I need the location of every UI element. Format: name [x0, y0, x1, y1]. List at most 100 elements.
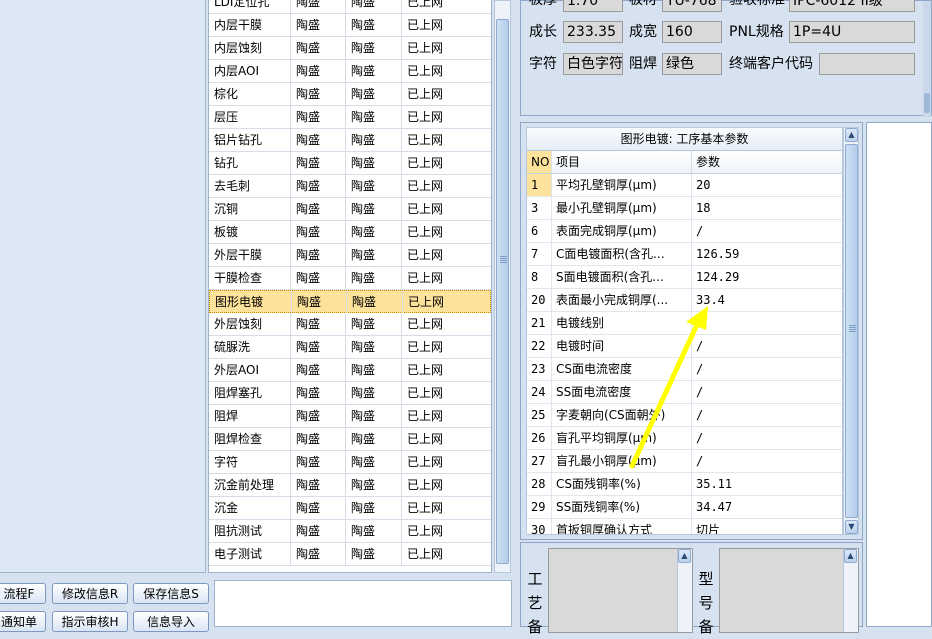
operator-2-cell: 陶盛: [346, 175, 402, 197]
process-row[interactable]: 阻焊 陶盛 陶盛 已上网: [209, 405, 491, 428]
operator-2-cell: 陶盛: [346, 497, 402, 519]
scroll-up-icon[interactable]: ▲: [845, 128, 858, 142]
process-row[interactable]: 板镀 陶盛 陶盛 已上网: [209, 221, 491, 244]
acceptance-standard-label: 验收标准: [729, 0, 785, 8]
process-row[interactable]: 铝片钻孔 陶盛 陶盛 已上网: [209, 129, 491, 152]
operator-2-cell: 陶盛: [346, 451, 402, 473]
operator-1-cell: 陶盛: [291, 520, 346, 542]
param-value-cell[interactable]: 20: [692, 174, 842, 196]
process-row[interactable]: 字符 陶盛 陶盛 已上网: [209, 451, 491, 474]
board-thickness-label: 板厚: [529, 0, 557, 8]
status-cell: 已上网: [407, 225, 444, 239]
param-row[interactable]: 30 首扳铜厚确认方式 切片: [527, 519, 842, 534]
process-row[interactable]: 去毛刺 陶盛 陶盛 已上网: [209, 175, 491, 198]
process-name-cell: 层压: [209, 106, 291, 128]
notice-button[interactable]: 通知单: [0, 611, 46, 632]
process-row[interactable]: 阻焊检查 陶盛 陶盛 已上网: [209, 428, 491, 451]
status-cell: 已上网: [407, 202, 444, 216]
form-scrollbar[interactable]: [923, 1, 931, 117]
process-row[interactable]: 阻抗测试 陶盛 陶盛 已上网: [209, 520, 491, 543]
status-cell: 已上网: [407, 409, 444, 423]
header-no[interactable]: NO: [527, 151, 552, 173]
process-row[interactable]: 外层蚀刻 陶盛 陶盛 已上网: [209, 313, 491, 336]
process-row[interactable]: 沉金 陶盛 陶盛 已上网: [209, 497, 491, 520]
param-no-cell: 25: [527, 404, 552, 426]
operator-1-cell: 陶盛: [291, 428, 346, 450]
process-row[interactable]: 图形电镀 陶盛 陶盛 已上网: [209, 290, 491, 313]
process-row[interactable]: 阻焊塞孔 陶盛 陶盛 已上网: [209, 382, 491, 405]
param-row[interactable]: 29 SS面残铜率(%) 34.47: [527, 496, 842, 519]
notes-textbox[interactable]: [214, 580, 512, 627]
end-customer-code-field[interactable]: [819, 53, 915, 75]
process-row[interactable]: 电子测试 陶盛 陶盛 已上网: [209, 543, 491, 566]
param-value-cell[interactable]: 124.29: [692, 266, 842, 288]
params-title: 图形电镀: 工序基本参数: [527, 128, 842, 151]
board-material-field[interactable]: TU-768: [662, 0, 722, 12]
header-item[interactable]: 项目: [552, 151, 692, 173]
pnl-spec-field[interactable]: 1P=4U: [789, 21, 915, 43]
process-row[interactable]: 沉金前处理 陶盛 陶盛 已上网: [209, 474, 491, 497]
acceptance-standard-field[interactable]: IPC-6012 II级: [789, 0, 915, 12]
board-thickness-field[interactable]: 1.70: [563, 0, 623, 12]
scroll-up-icon[interactable]: ▲: [844, 549, 857, 563]
save-info-button[interactable]: 保存信息S: [133, 583, 209, 604]
param-value-cell[interactable]: 切片: [692, 519, 842, 534]
process-row[interactable]: 干膜检查 陶盛 陶盛 已上网: [209, 267, 491, 290]
param-value-cell[interactable]: 126.59: [692, 243, 842, 265]
scroll-up-icon[interactable]: ▲: [678, 549, 691, 563]
process-row[interactable]: LDI定位孔 陶盛 陶盛 已上网: [209, 0, 491, 14]
remarks-panel: 工艺备 ▲ 型号备 ▲: [520, 542, 863, 636]
width-field[interactable]: 160: [662, 21, 722, 43]
soldermask-label: 阻焊: [629, 56, 657, 72]
param-value-cell[interactable]: 18: [692, 197, 842, 219]
process-row[interactable]: 外层AOI 陶盛 陶盛 已上网: [209, 359, 491, 382]
process-row[interactable]: 内层蚀刻 陶盛 陶盛 已上网: [209, 37, 491, 60]
status-cell: 已上网: [407, 501, 444, 515]
process-name-cell: 去毛刺: [209, 175, 291, 197]
process-remarks-field[interactable]: ▲: [548, 548, 693, 633]
param-row[interactable]: 3 最小孔壁铜厚(μm) 18: [527, 197, 842, 220]
import-info-button[interactable]: 信息导入: [133, 611, 209, 632]
process-remarks-label: 工艺备: [527, 570, 543, 636]
process-list-scroll-thumb[interactable]: [496, 19, 509, 564]
scroll-down-icon[interactable]: ▼: [845, 520, 858, 534]
operator-2-cell: 陶盛: [346, 60, 402, 82]
width-label: 成宽: [629, 24, 657, 40]
operator-1-cell: 陶盛: [291, 83, 346, 105]
params-scroll-thumb[interactable]: [845, 144, 858, 518]
param-value-cell[interactable]: 34.47: [692, 496, 842, 518]
process-row[interactable]: 棕化 陶盛 陶盛 已上网: [209, 83, 491, 106]
process-name-cell: 硫脲洗: [209, 336, 291, 358]
yellow-arrow-annotation: [629, 306, 708, 469]
operator-2-cell: 陶盛: [347, 291, 403, 313]
process-row[interactable]: 内层干膜 陶盛 陶盛 已上网: [209, 14, 491, 37]
param-value-cell[interactable]: /: [692, 220, 842, 242]
process-row[interactable]: 内层AOI 陶盛 陶盛 已上网: [209, 60, 491, 83]
instruction-review-button[interactable]: 指示审核H: [52, 611, 128, 632]
param-row[interactable]: 1 平均孔壁铜厚(μm) 20: [527, 174, 842, 197]
param-row[interactable]: 8 S面电镀面积(含孔... 124.29: [527, 266, 842, 289]
params-scrollbar[interactable]: ▲ ▼: [843, 127, 859, 535]
param-item-cell: 首扳铜厚确认方式: [552, 519, 692, 534]
param-row[interactable]: 6 表面完成铜厚(μm) /: [527, 220, 842, 243]
process-row[interactable]: 钻孔 陶盛 陶盛 已上网: [209, 152, 491, 175]
flow-button[interactable]: 流程F: [0, 583, 46, 604]
process-name-cell: 干膜检查: [209, 267, 291, 289]
length-field[interactable]: 233.35: [563, 21, 623, 43]
modify-info-button[interactable]: 修改信息R: [52, 583, 128, 604]
length-label: 成长: [529, 24, 557, 40]
process-row[interactable]: 层压 陶盛 陶盛 已上网: [209, 106, 491, 129]
header-value[interactable]: 参数: [692, 151, 842, 173]
process-row[interactable]: 沉铜 陶盛 陶盛 已上网: [209, 198, 491, 221]
left-panel: [0, 0, 206, 573]
param-row[interactable]: 7 C面电镀面积(含孔... 126.59: [527, 243, 842, 266]
process-row[interactable]: 硫脲洗 陶盛 陶盛 已上网: [209, 336, 491, 359]
process-row[interactable]: 外层干膜 陶盛 陶盛 已上网: [209, 244, 491, 267]
operator-2-cell: 陶盛: [346, 428, 402, 450]
model-remarks-field[interactable]: ▲: [719, 548, 859, 633]
silkscreen-field[interactable]: 白色字符: [563, 53, 623, 75]
param-no-cell: 8: [527, 266, 552, 288]
soldermask-field[interactable]: 绿色: [662, 53, 722, 75]
process-list-scrollbar[interactable]: [494, 0, 511, 573]
param-item-cell: 平均孔壁铜厚(μm): [552, 174, 692, 196]
